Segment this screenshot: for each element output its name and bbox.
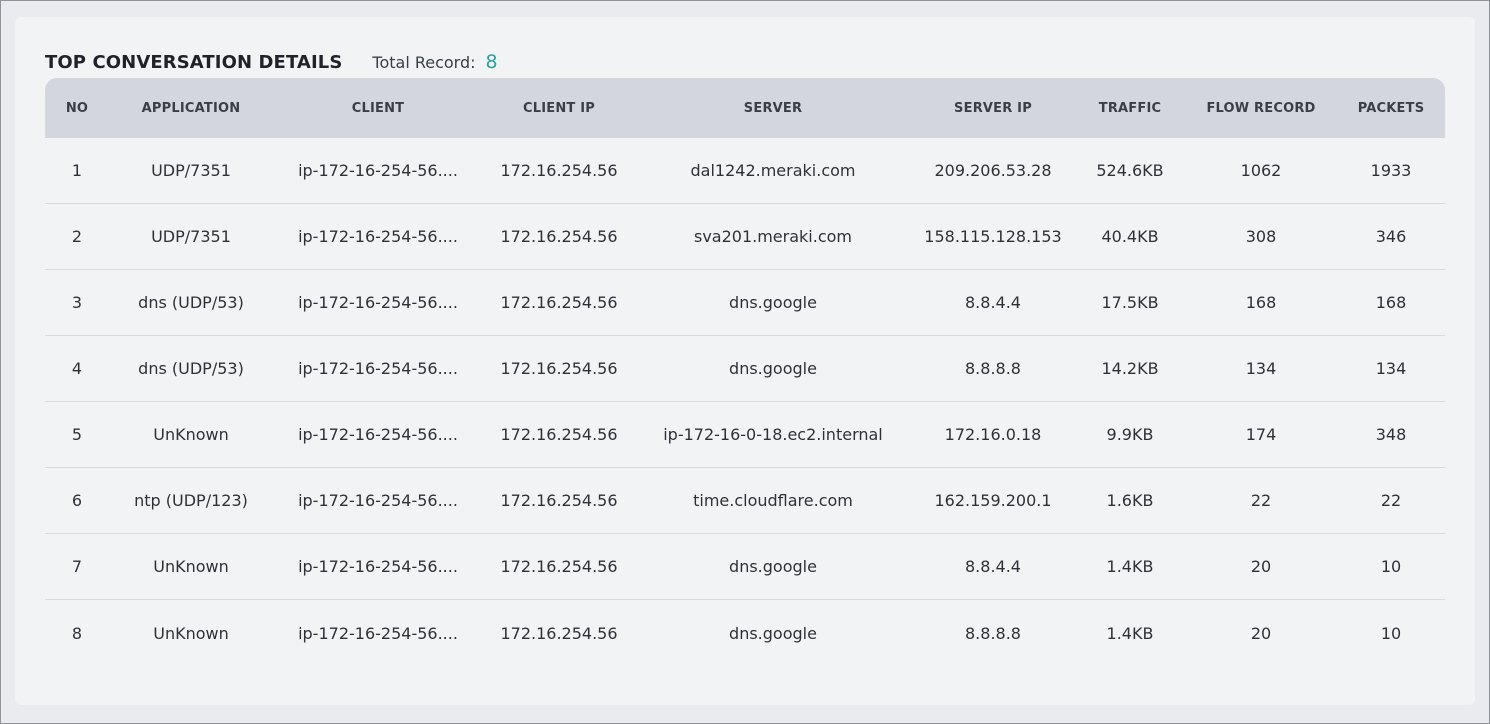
cell-client-ip: 172.16.254.56 — [500, 161, 618, 180]
cell-client-ip: 172.16.254.56 — [500, 491, 618, 510]
cell-application: dns (UDP/53) — [138, 359, 244, 378]
cell-packets: 134 — [1375, 359, 1407, 378]
cell-flow-record: 308 — [1245, 227, 1277, 246]
cell-no: 3 — [71, 293, 83, 312]
cell-packets: 22 — [1380, 491, 1402, 510]
conversation-table: NO APPLICATION CLIENT CLIENT IP SERVER S… — [45, 78, 1445, 666]
cell-client-ip: 172.16.254.56 — [500, 623, 618, 643]
cell-no: 1 — [71, 161, 83, 180]
cell-server: dal1242.meraki.com — [690, 161, 856, 180]
column-header-server[interactable]: SERVER — [635, 101, 911, 116]
cell-no: 6 — [71, 491, 83, 510]
cell-flow-record: 1062 — [1240, 161, 1282, 180]
cell-no: 4 — [71, 359, 83, 378]
cell-server: dns.google — [729, 359, 817, 378]
cell-server: sva201.meraki.com — [693, 227, 852, 246]
cell-no: 2 — [71, 227, 83, 246]
cell-server-ip: 162.159.200.1 — [934, 491, 1052, 510]
conversation-panel: TOP CONVERSATION DETAILS Total Record: 8… — [15, 17, 1475, 705]
table-row[interactable]: 8 UnKnown ip-172-16-254-56.... 172.16.254.5… — [45, 600, 1445, 666]
cell-server-ip: 8.8.4.4 — [965, 557, 1021, 576]
table-row[interactable]: 5 UnKnown ip-172-16-254-56.... 172.16.254.5… — [45, 402, 1445, 468]
cell-traffic: 40.4KB — [1101, 227, 1159, 246]
cell-client[interactable]: ip-172-16-254-56.... — [273, 161, 483, 180]
cell-client-ip: 172.16.254.56 — [500, 227, 618, 246]
cell-flow-record: 134 — [1245, 359, 1277, 378]
cell-traffic: 524.6KB — [1096, 161, 1164, 180]
cell-server: ip-172-16-0-18.ec2.internal — [663, 425, 883, 444]
column-header-application[interactable]: APPLICATION — [109, 101, 273, 116]
cell-flow-record: 20 — [1250, 623, 1272, 643]
column-header-flow-record[interactable]: FLOW RECORD — [1185, 101, 1337, 116]
table-row[interactable]: 6 ntp (UDP/123) ip-172-16-254-56.... 172.16… — [45, 468, 1445, 534]
cell-client-ip: 172.16.254.56 — [500, 557, 618, 576]
cell-client-ip: 172.16.254.56 — [500, 293, 618, 312]
cell-flow-record: 20 — [1250, 557, 1272, 576]
cell-application: UnKnown — [153, 557, 229, 576]
cell-traffic: 1.6KB — [1106, 491, 1154, 510]
cell-flow-record: 168 — [1245, 293, 1277, 312]
cell-flow-record: 174 — [1245, 425, 1277, 444]
cell-traffic: 9.9KB — [1106, 425, 1154, 444]
column-header-packets[interactable]: PACKETS — [1337, 101, 1445, 116]
cell-application: dns (UDP/53) — [138, 293, 244, 312]
cell-traffic: 1.4KB — [1106, 623, 1154, 643]
cell-client-ip: 172.16.254.56 — [500, 425, 618, 444]
cell-packets: 10 — [1380, 557, 1402, 576]
cell-server: dns.google — [729, 623, 817, 643]
cell-server-ip: 209.206.53.28 — [934, 161, 1052, 180]
cell-packets: 1933 — [1370, 161, 1412, 180]
cell-client-ip: 172.16.254.56 — [500, 359, 618, 378]
cell-packets: 346 — [1375, 227, 1407, 246]
column-header-client[interactable]: CLIENT — [273, 101, 483, 116]
panel-title: TOP CONVERSATION DETAILS — [45, 52, 343, 73]
cell-application: UnKnown — [153, 425, 229, 444]
cell-client[interactable]: ip-172-16-254-56.... — [273, 557, 483, 576]
cell-client[interactable]: ip-172-16-254-56.... — [273, 624, 483, 643]
column-header-client-ip[interactable]: CLIENT IP — [483, 101, 635, 116]
cell-client[interactable]: ip-172-16-254-56.... — [273, 227, 483, 246]
cell-server: dns.google — [729, 557, 817, 576]
cell-server-ip: 8.8.4.4 — [965, 293, 1021, 312]
cell-packets: 10 — [1380, 623, 1402, 643]
cell-server: time.cloudflare.com — [693, 491, 853, 510]
cell-application: UDP/7351 — [151, 227, 231, 246]
cell-server-ip: 8.8.8.8 — [965, 623, 1021, 643]
cell-packets: 168 — [1375, 293, 1407, 312]
cell-traffic: 1.4KB — [1106, 557, 1154, 576]
cell-client[interactable]: ip-172-16-254-56.... — [273, 359, 483, 378]
cell-flow-record: 22 — [1250, 491, 1272, 510]
cell-no: 5 — [71, 425, 83, 444]
cell-no: 8 — [71, 623, 83, 643]
column-header-traffic[interactable]: TRAFFIC — [1075, 101, 1185, 116]
table-row[interactable]: 4 dns (UDP/53) ip-172-16-254-56.... 172.16.… — [45, 336, 1445, 402]
column-header-server-ip[interactable]: SERVER IP — [911, 101, 1075, 116]
cell-application: UnKnown — [153, 623, 229, 643]
panel-header: TOP CONVERSATION DETAILS Total Record: 8 — [45, 51, 498, 77]
cell-server: dns.google — [729, 293, 817, 312]
cell-client[interactable]: ip-172-16-254-56.... — [273, 491, 483, 510]
cell-client[interactable]: ip-172-16-254-56.... — [273, 293, 483, 312]
cell-packets: 348 — [1375, 425, 1407, 444]
cell-client[interactable]: ip-172-16-254-56.... — [273, 425, 483, 444]
cell-server-ip: 158.115.128.153 — [924, 227, 1062, 246]
table-body: 1 UDP/7351 ip-172-16-254-56.... 172.16.254.… — [45, 138, 1445, 666]
cell-traffic: 17.5KB — [1101, 293, 1159, 312]
total-record-label: Total Record: — [372, 53, 476, 72]
table-row[interactable]: 2 UDP/7351 ip-172-16-254-56.... 172.16.254.… — [45, 204, 1445, 270]
table-row[interactable]: 7 UnKnown ip-172-16-254-56.... 172.16.254.5… — [45, 534, 1445, 600]
table-row[interactable]: 1 UDP/7351 ip-172-16-254-56.... 172.16.254.… — [45, 138, 1445, 204]
cell-no: 7 — [71, 557, 83, 576]
cell-application: ntp (UDP/123) — [134, 491, 248, 510]
column-header-no[interactable]: NO — [45, 101, 109, 116]
cell-server-ip: 8.8.8.8 — [965, 359, 1021, 378]
total-record-count: 8 — [485, 51, 498, 73]
table-row[interactable]: 3 dns (UDP/53) ip-172-16-254-56.... 172.16.… — [45, 270, 1445, 336]
cell-traffic: 14.2KB — [1101, 359, 1159, 378]
cell-application: UDP/7351 — [151, 161, 231, 180]
cell-server-ip: 172.16.0.18 — [944, 425, 1042, 444]
table-header: NO APPLICATION CLIENT CLIENT IP SERVER S… — [45, 78, 1445, 138]
